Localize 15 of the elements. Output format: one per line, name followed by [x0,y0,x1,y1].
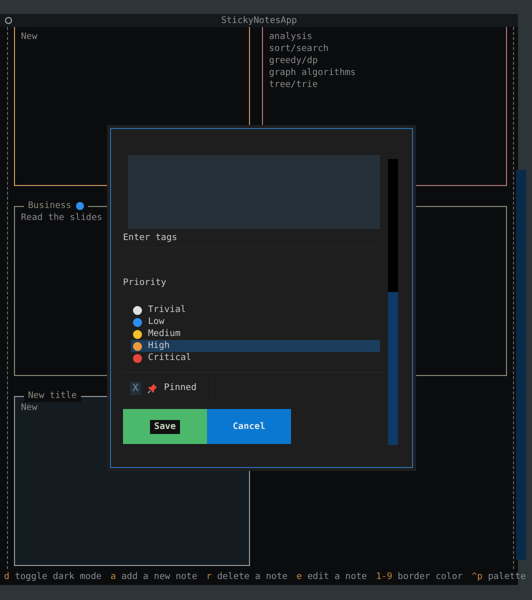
note-text: tree/trie [269,79,319,91]
note-text: graph algorithms [269,67,357,79]
note-title: Business [28,200,72,212]
note-text: sort/search [269,43,330,55]
checkbox-label: Pinned [164,383,197,393]
window-title: StickyNotesApp [221,16,297,26]
note-title: New title [28,390,77,402]
note-text: Read the slides [21,212,104,224]
field-label: Priority [123,278,168,290]
note-text: New [21,402,38,414]
field-label: Enter tags [123,233,178,245]
note-text: greedy/dp [269,55,319,67]
note-text: New [21,31,38,43]
checkbox-mark: X [130,382,141,394]
note-text: analysis [269,31,314,43]
